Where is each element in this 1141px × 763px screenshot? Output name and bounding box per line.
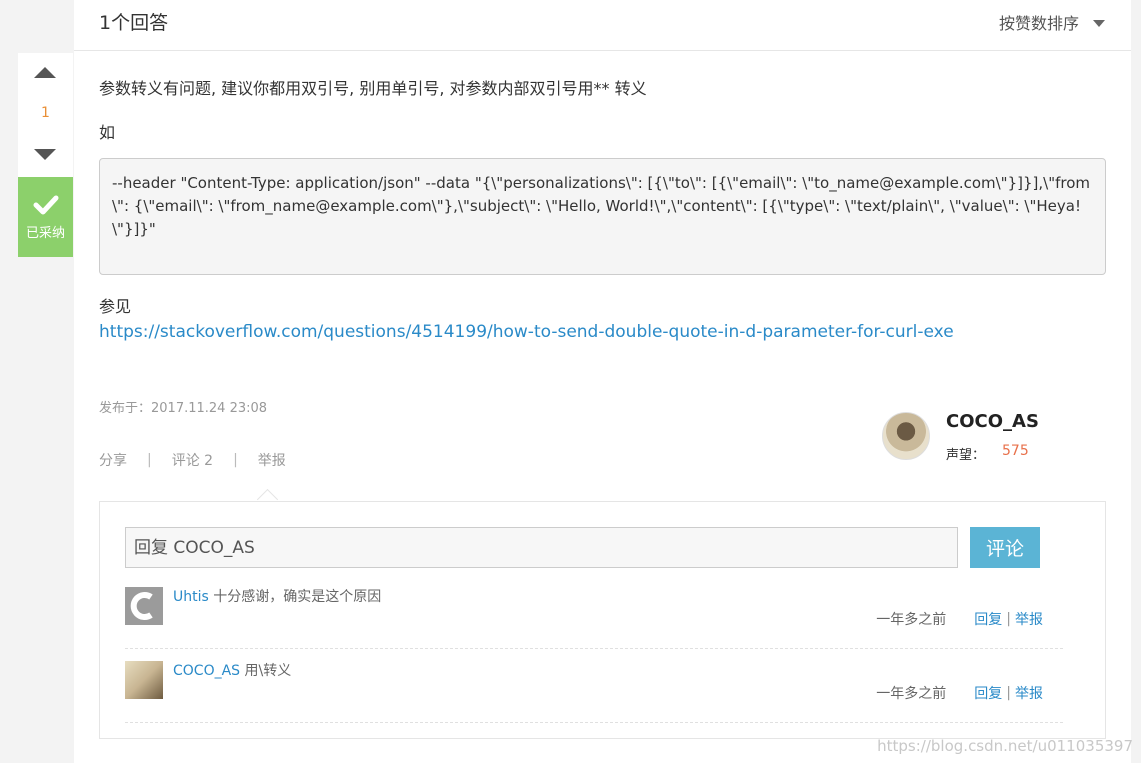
answer-count: 1个回答	[99, 12, 169, 34]
divider: |	[1006, 685, 1011, 701]
comment-reply-link[interactable]: 回复	[974, 609, 1002, 629]
commenter-name[interactable]: COCO_AS	[173, 663, 240, 679]
answer-panel: 1个回答 按赞数排序 参数转义有问题, 建议你都用双引号, 别用单引号, 对参数…	[74, 0, 1131, 763]
divider: |	[147, 452, 152, 468]
comment-button[interactable]: 评论 2	[172, 450, 213, 470]
commenter-avatar[interactable]	[125, 587, 163, 625]
reference-link[interactable]: https://stackoverflow.com/questions/4514…	[99, 322, 954, 342]
comment-section: 评论 Uhtis 十分感谢，确实是这个原因 一年多之前 回复 | 举报 COCO…	[99, 501, 1106, 739]
reply-input[interactable]	[125, 527, 958, 568]
author-avatar[interactable]	[882, 412, 930, 460]
checkmark-icon	[33, 195, 58, 214]
caret-down-icon	[1093, 19, 1105, 27]
comment-time: 一年多之前	[876, 612, 947, 628]
comment-report-link[interactable]: 举报	[1015, 683, 1043, 703]
watermark: https://blog.csdn.net/u011035397	[877, 737, 1133, 755]
comment-item: Uhtis 十分感谢，确实是这个原因 一年多之前 回复 | 举报	[125, 576, 1063, 649]
answer-body: 参数转义有问题, 建议你都用双引号, 别用单引号, 对参数内部双引号用** 转义…	[99, 78, 1106, 144]
comment-time: 一年多之前	[876, 686, 947, 702]
commenter-avatar[interactable]	[125, 661, 163, 699]
answer-paragraph-example: 如	[99, 123, 116, 142]
share-button[interactable]: 分享	[99, 450, 127, 470]
publish-time: 发布于：2017.11.24 23:08	[99, 401, 268, 416]
vote-box: 1	[18, 53, 73, 177]
comment-item: COCO_AS 用\转义 一年多之前 回复 | 举报	[125, 650, 1063, 723]
accepted-label: 已采纳	[25, 225, 65, 241]
comment-text: 用\转义	[240, 663, 292, 679]
comment-meta: 一年多之前 回复 | 举报	[876, 683, 1043, 703]
author-name[interactable]: COCO_AS	[946, 411, 1039, 432]
commenter-name[interactable]: Uhtis	[173, 589, 209, 605]
vote-count: 1	[41, 105, 50, 121]
accepted-badge: 已采纳	[18, 177, 73, 257]
sort-dropdown[interactable]: 按赞数排序	[999, 10, 1105, 34]
comment-meta: 一年多之前 回复 | 举报	[876, 609, 1043, 629]
code-block: --header "Content-Type: application/json…	[99, 158, 1106, 275]
reputation-label: 声望：	[946, 448, 986, 463]
divider: |	[233, 452, 238, 468]
comment-report-link[interactable]: 举报	[1015, 609, 1043, 629]
c-logo-icon	[130, 592, 153, 620]
upvote-arrow-icon[interactable]	[34, 67, 56, 78]
author-card: COCO_AS 声望： 575	[882, 408, 1102, 468]
see-also-label: 参见	[99, 297, 132, 316]
reputation-value: 575	[1002, 443, 1029, 459]
answer-paragraph: 参数转义有问题, 建议你都用双引号, 别用单引号, 对参数内部双引号用** 转义	[99, 79, 647, 98]
comment-text: 十分感谢，确实是这个原因	[208, 589, 382, 605]
answer-actions: 分享 | 评论 2 | 举报	[99, 450, 286, 470]
vote-column: 1 已采纳	[18, 53, 73, 257]
answers-header: 1个回答 按赞数排序	[74, 0, 1131, 51]
submit-comment-button[interactable]: 评论	[970, 527, 1040, 568]
sort-label: 按赞数排序	[998, 14, 1079, 33]
downvote-arrow-icon[interactable]	[34, 149, 56, 160]
divider: |	[1006, 611, 1011, 627]
report-button[interactable]: 举报	[258, 450, 286, 470]
comment-text-line: Uhtis 十分感谢，确实是这个原因	[173, 586, 381, 606]
comment-text-line: COCO_AS 用\转义	[173, 660, 291, 680]
comment-reply-link[interactable]: 回复	[974, 683, 1002, 703]
